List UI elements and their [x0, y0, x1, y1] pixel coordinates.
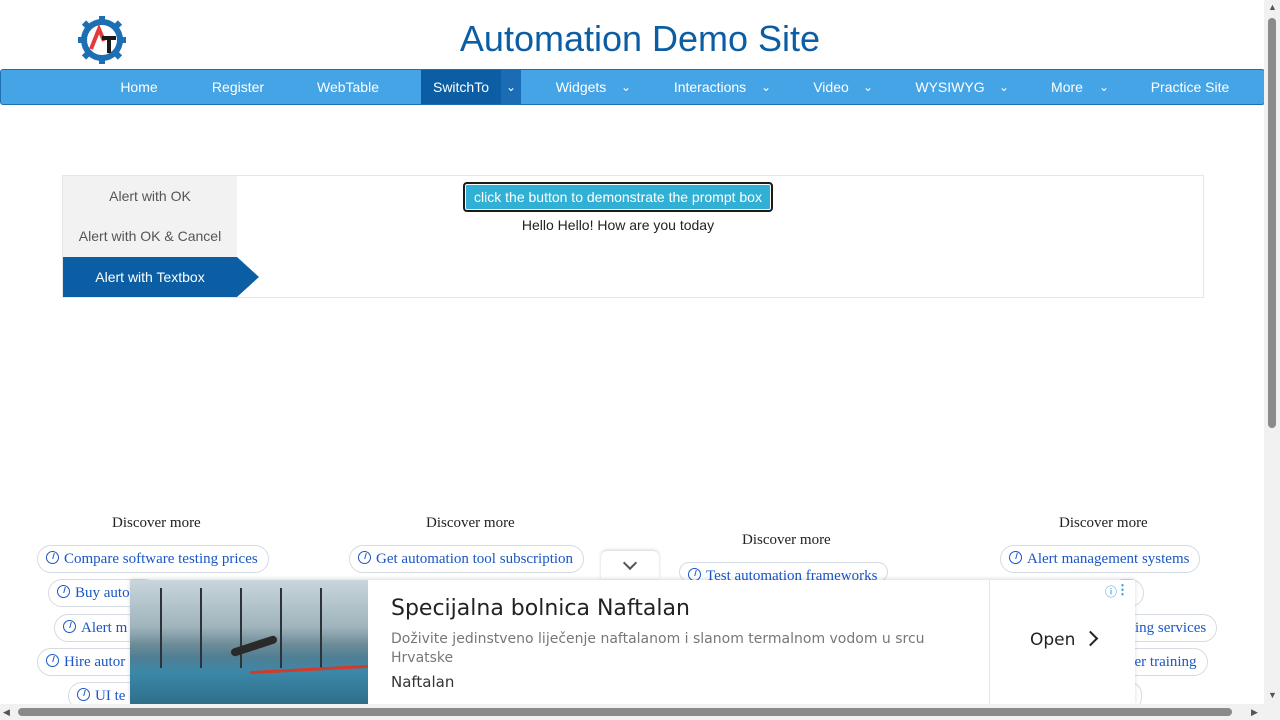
alerts-panel: Alert with OK Alert with OK & Cancel Ale… [62, 175, 1204, 298]
nav-widgets[interactable]: Widgets [541, 70, 621, 104]
ad-divider [989, 580, 990, 704]
site-title: Automation Demo Site [459, 18, 821, 59]
nav-home[interactable]: Home [100, 70, 178, 104]
tab-alert-ok[interactable]: Alert with OK [63, 176, 237, 216]
nav-practice-site[interactable]: Practice Site [1137, 70, 1243, 104]
nav-interactions[interactable]: Interactions [661, 70, 759, 104]
prompt-result-text: Hello Hello! How are you today [521, 217, 715, 233]
discover-link[interactable]: Alert management systems [1000, 545, 1201, 573]
ad-title[interactable]: Specijalna bolnica Naftalan [391, 596, 690, 621]
vertical-scrollbar[interactable]: ▲ ▼ [1264, 0, 1280, 720]
discover-link[interactable]: Get automation tool subscription [349, 545, 585, 573]
arrow-circle-icon [1009, 551, 1022, 564]
scroll-left-icon[interactable]: ◀ [3, 707, 10, 718]
nav-webtable[interactable]: WebTable [304, 70, 392, 104]
arrow-circle-icon [46, 654, 59, 667]
arrow-circle-icon [46, 551, 59, 564]
ad-banner[interactable]: Specijalna bolnica Naftalan Doživite jed… [130, 580, 1135, 704]
arrow-circle-icon [77, 688, 90, 701]
nav-wysiwyg[interactable]: WYSIWYG [901, 70, 999, 104]
ad-collapse-button[interactable] [601, 551, 659, 579]
alert-tabs: Alert with OK Alert with OK & Cancel Ale… [63, 176, 237, 297]
nav-more[interactable]: More [1037, 70, 1097, 104]
arrow-circle-icon [358, 551, 371, 564]
discover-heading-3: Discover more [742, 532, 831, 548]
wysiwyg-chevron-down-icon[interactable]: ⌄ [999, 70, 1009, 104]
video-chevron-down-icon[interactable]: ⌄ [863, 70, 873, 104]
ad-menu-icon[interactable]: ⋮ [1116, 582, 1129, 598]
switchto-chevron-down-icon[interactable]: ⌄ [501, 70, 521, 104]
discover-link[interactable]: Compare software testing prices [37, 545, 269, 573]
ad-description: Doživite jedinstveno liječenje naftalano… [391, 631, 925, 666]
chevron-down-icon [622, 555, 638, 571]
scroll-up-icon[interactable]: ▲ [1268, 2, 1277, 12]
active-tab-arrow-icon [237, 257, 259, 297]
horizontal-scroll-thumb[interactable] [18, 708, 1232, 716]
nav-switchto[interactable]: SwitchTo [421, 70, 501, 104]
tab-alert-textbox[interactable]: Alert with Textbox [63, 257, 237, 297]
scroll-right-icon[interactable]: ▶ [1251, 707, 1258, 718]
discover-heading-4: Discover more [1059, 515, 1148, 531]
interactions-chevron-down-icon[interactable]: ⌄ [761, 70, 771, 104]
discover-heading-2: Discover more [426, 515, 515, 531]
nav-register[interactable]: Register [198, 70, 278, 104]
ad-brand: Naftalan [391, 673, 455, 691]
chevron-right-icon [1083, 630, 1099, 647]
vertical-scroll-thumb[interactable] [1268, 18, 1276, 428]
widgets-chevron-down-icon[interactable]: ⌄ [621, 70, 631, 104]
arrow-circle-icon [63, 620, 76, 633]
ad-image [130, 580, 368, 704]
main-navbar: Home Register WebTable SwitchTo ⌄ Widget… [0, 69, 1265, 105]
arrow-circle-icon [57, 585, 70, 598]
scroll-down-icon[interactable]: ▼ [1268, 690, 1277, 700]
more-chevron-down-icon[interactable]: ⌄ [1099, 70, 1109, 104]
nav-video[interactable]: Video [801, 70, 861, 104]
tab-alert-ok-cancel[interactable]: Alert with OK & Cancel [63, 216, 237, 256]
ad-open-button[interactable]: Open [1030, 630, 1099, 650]
discover-heading-1: Discover more [112, 515, 201, 531]
horizontal-scrollbar[interactable]: ◀ ▶ [0, 704, 1264, 720]
prompt-box-button[interactable]: click the button to demonstrate the prom… [463, 182, 773, 212]
discover-link[interactable]: Test automation frameworks [679, 562, 889, 582]
